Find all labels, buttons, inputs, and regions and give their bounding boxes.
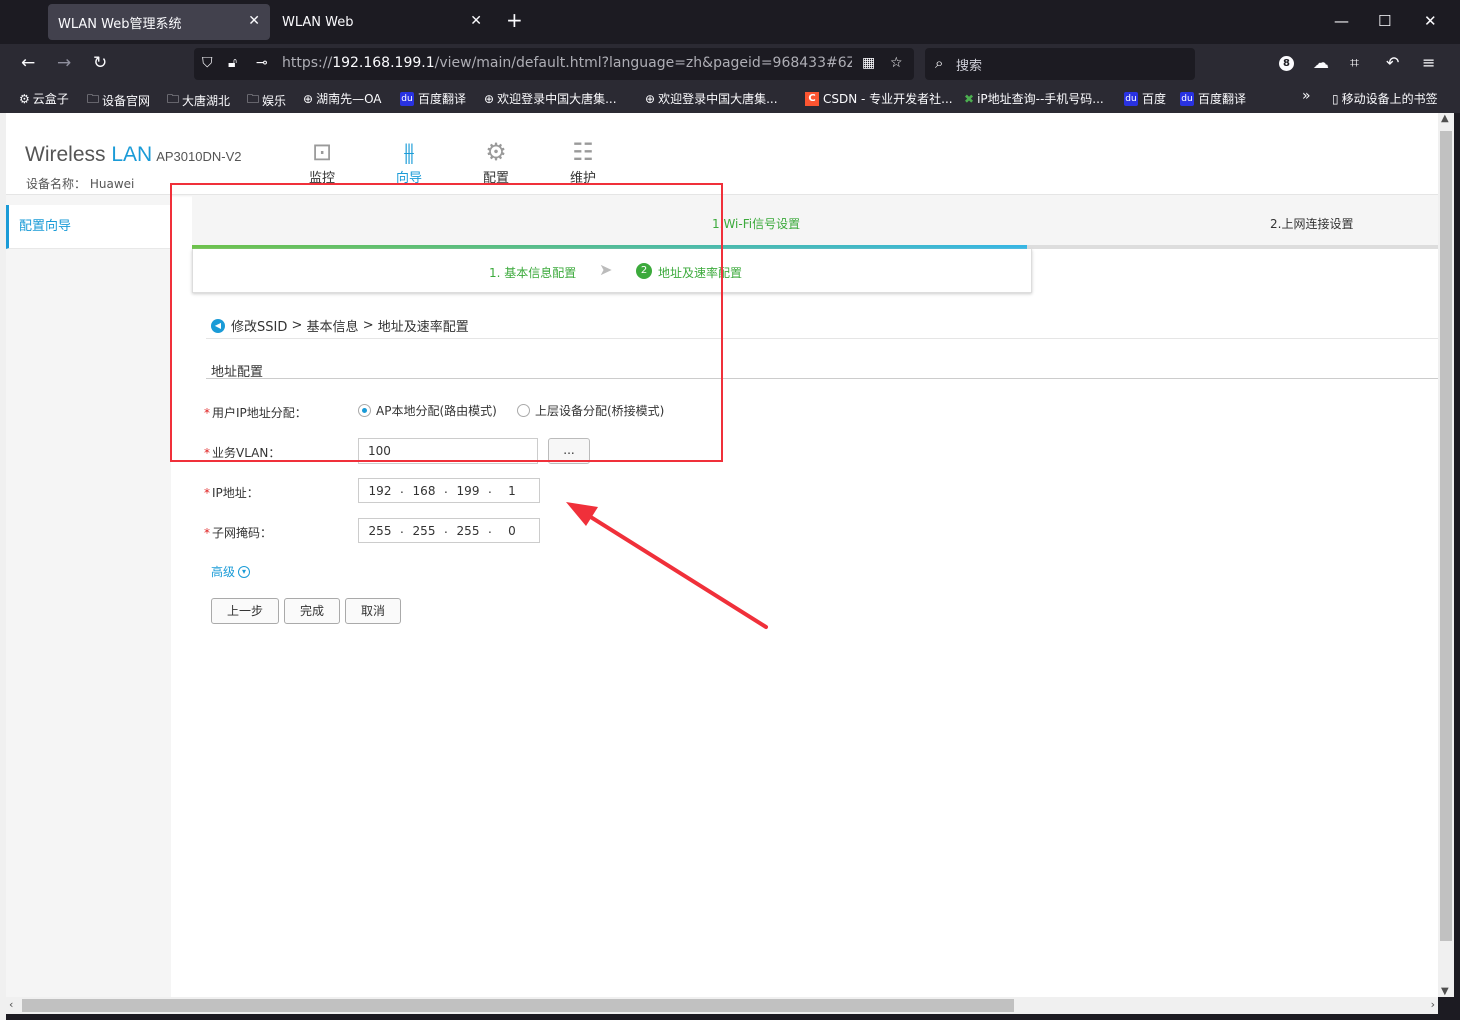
- annotation-arrow-line: [576, 507, 768, 629]
- browser-window: WLAN Web管理系统 ✕ WLAN Web ✕ + — ☐ ✕ ← → ↻ …: [0, 0, 1460, 1020]
- annotation-arrow: [566, 502, 768, 629]
- annotation-arrow-head: [566, 502, 598, 526]
